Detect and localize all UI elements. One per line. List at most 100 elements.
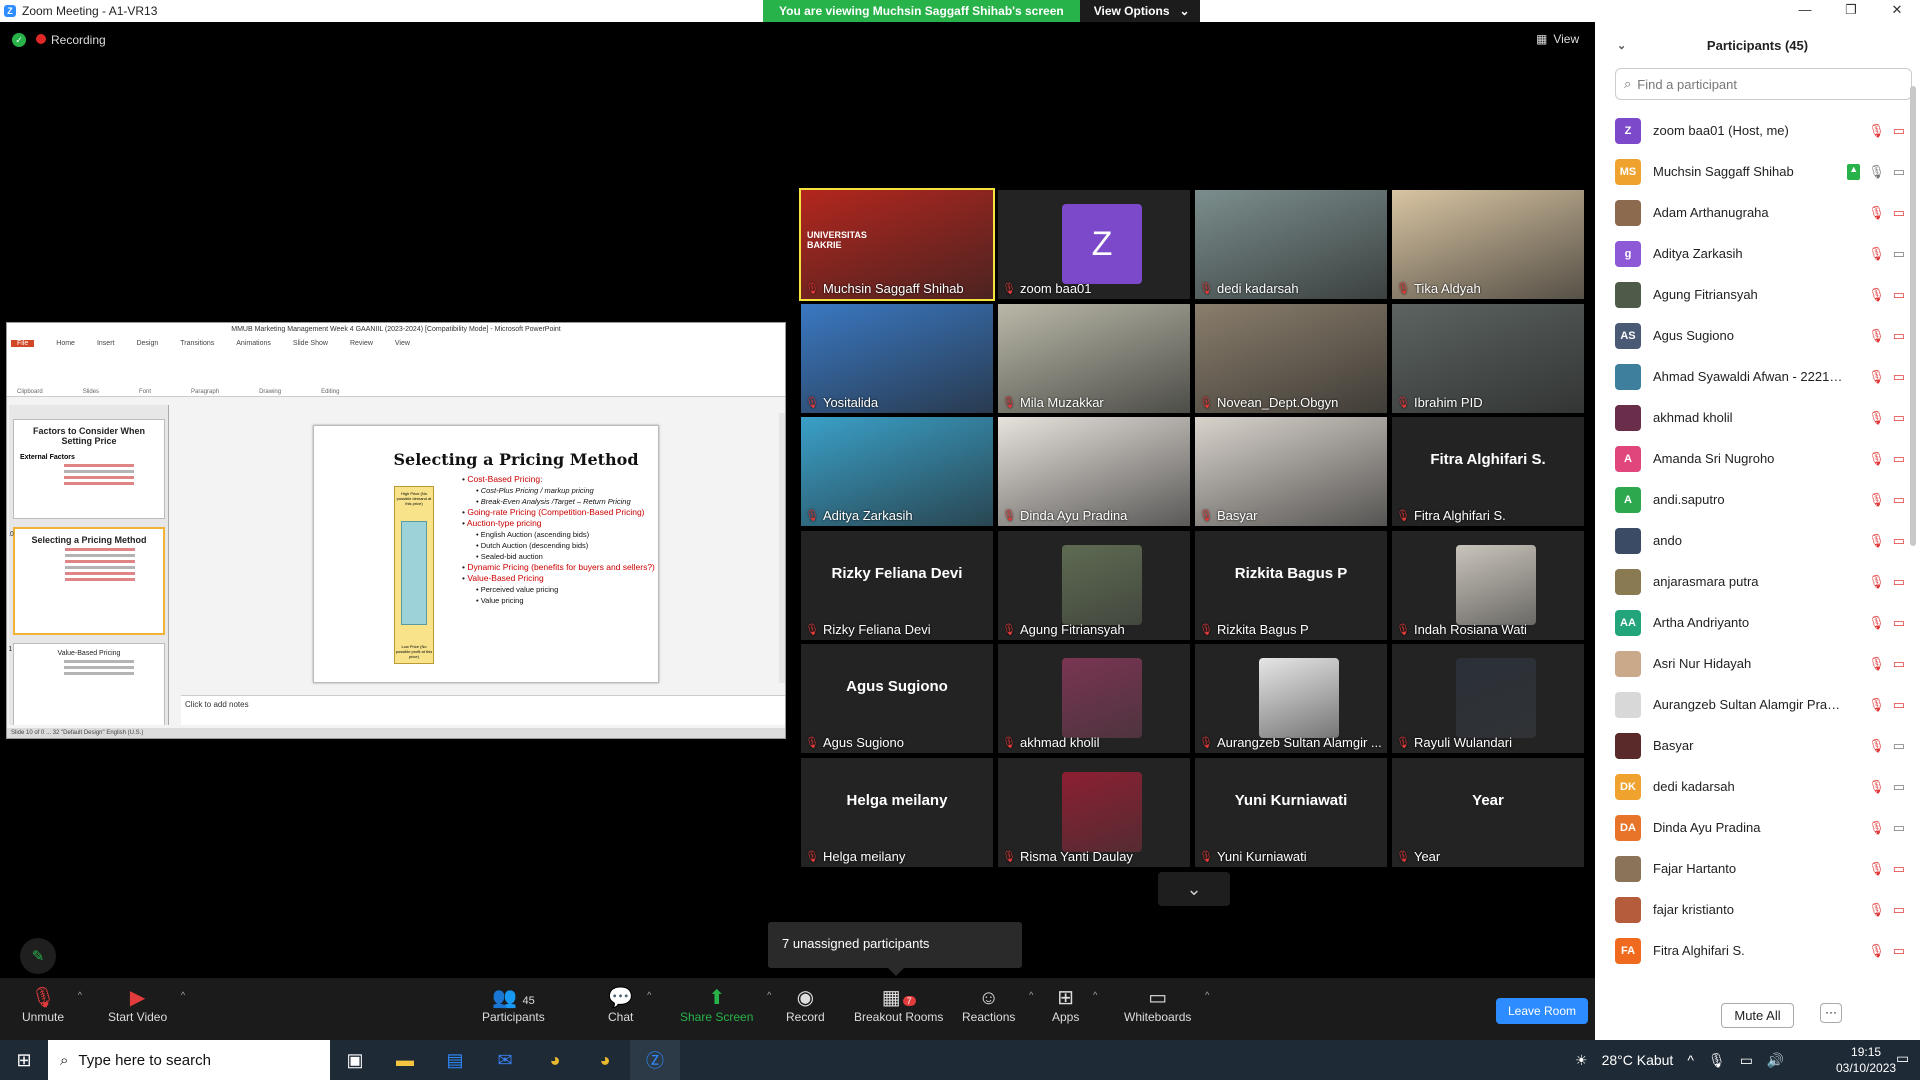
participant-row[interactable]: fajar kristianto 🎙 ▭	[1615, 889, 1905, 930]
chrome-icon[interactable]: ◕	[530, 1040, 580, 1080]
mic-muted-icon: 🎙	[1002, 510, 1016, 522]
participant-row[interactable]: Asri Nur Hidayah 🎙 ▭	[1615, 643, 1905, 684]
task-view-icon[interactable]: ▣	[330, 1040, 380, 1080]
video-tile[interactable]: 🎙 Basyar	[1195, 417, 1387, 526]
caret-icon[interactable]: ^	[1093, 990, 1097, 1000]
participant-row[interactable]: DA Dinda Ayu Pradina 🎙 ▭	[1615, 807, 1905, 848]
video-tile[interactable]: Fitra Alghifari S. 🎙 Fitra Alghifari S.	[1392, 417, 1584, 526]
participant-row[interactable]: Aurangzeb Sultan Alamgir Prab... 🎙 ▭	[1615, 684, 1905, 725]
view-options-button[interactable]: View Options ⌄	[1079, 0, 1200, 22]
video-tile[interactable]: 🎙 Tika Aldyah	[1392, 190, 1584, 299]
video-tile[interactable]: Year 🎙 Year	[1392, 757, 1584, 867]
zoom-taskbar-icon[interactable]: Ⓩ	[630, 1040, 680, 1080]
shield-icon[interactable]: ✓	[12, 33, 26, 47]
caret-icon[interactable]: ^	[1029, 990, 1033, 1000]
video-tile[interactable]: 🎙 Aurangzeb Sultan Alamgir ...	[1195, 644, 1387, 753]
caret-icon[interactable]: ^	[1205, 990, 1209, 1000]
network-icon[interactable]: ▭	[1740, 1052, 1753, 1069]
video-tile[interactable]: Rizky Feliana Devi 🎙 Rizky Feliana Devi	[801, 530, 993, 640]
participant-row[interactable]: anjarasmara putra 🎙 ▭	[1615, 561, 1905, 602]
ppt-title-bar: MMUB Marketing Management Week 4 GAANIIL…	[7, 323, 785, 337]
participant-row[interactable]: MS Muchsin Saggaff Shihab ▲ 🎙 ▭	[1615, 151, 1905, 192]
participant-display-name: Fitra Alghifari S.	[1430, 451, 1546, 468]
minimize-button[interactable]: —	[1782, 0, 1828, 22]
weather-label[interactable]: 28°C Kabut	[1602, 1052, 1674, 1068]
gallery-next-page-button[interactable]: ⌄	[1158, 872, 1230, 906]
video-tile[interactable]: 🎙 Ibrahim PID	[1392, 303, 1584, 413]
participant-row[interactable]: DK dedi kadarsah 🎙 ▭	[1615, 766, 1905, 807]
video-tile[interactable]: 🎙 Aditya Zarkasih	[801, 417, 993, 526]
video-tile[interactable]: Helga meilany 🎙 Helga meilany	[801, 757, 993, 867]
video-tile[interactable]: 🎙 Yositalida	[801, 303, 993, 413]
participant-row[interactable]: Fajar Hartanto 🎙 ▭	[1615, 848, 1905, 889]
close-button[interactable]: ✕	[1874, 0, 1920, 22]
participant-row[interactable]: Aandi.saputro 🎙 ▭	[1615, 479, 1905, 520]
notification-icon[interactable]: ▭	[1896, 1050, 1909, 1067]
breakout-rooms-button[interactable]: ▦ 7 Breakout Rooms	[854, 986, 943, 1024]
mail-icon[interactable]: ✉	[480, 1040, 530, 1080]
participant-row[interactable]: Adam Arthanugraha 🎙 ▭	[1615, 192, 1905, 233]
view-button[interactable]: ▦ View	[1536, 32, 1579, 46]
video-tile[interactable]: Yuni Kurniawati 🎙 Yuni Kurniawati	[1195, 757, 1387, 867]
participants-button[interactable]: 👥 45 Participants	[482, 986, 545, 1024]
slide-sub-bullet: Sealed-bid auction	[462, 551, 655, 562]
video-tile[interactable]: 🎙 Agung Fitriansyah	[998, 530, 1190, 640]
video-tile[interactable]: 🎙 Indah Rosiana Wati	[1392, 530, 1584, 640]
caret-icon[interactable]: ^	[647, 990, 651, 1000]
video-tile[interactable]: 🎙 Novean_Dept.Obgyn	[1195, 303, 1387, 413]
unmute-button[interactable]: 🎙 Unmute ^	[22, 986, 82, 1024]
participant-row[interactable]: FA Fitra Alghifari S. 🎙 ▭	[1615, 930, 1905, 971]
video-tile[interactable]: 🎙 Dinda Ayu Pradina	[998, 417, 1190, 526]
annotate-pen-icon[interactable]: ✎	[20, 938, 56, 974]
caret-icon[interactable]: ^	[181, 990, 185, 1000]
video-tile[interactable]: 🎙 akhmad kholil	[998, 644, 1190, 753]
record-button[interactable]: ◉ Record	[786, 986, 825, 1024]
participant-row[interactable]: Ahmad Syawaldi Afwan - 22210... 🎙 ▭	[1615, 356, 1905, 397]
chevron-up-icon[interactable]: ^	[1687, 1052, 1694, 1068]
taskbar-search-box[interactable]: ⌕ Type here to search	[48, 1040, 330, 1080]
apps-button[interactable]: ⊞ Apps ^	[1052, 986, 1097, 1024]
reactions-button[interactable]: ☺ Reactions ^	[962, 986, 1033, 1024]
participant-search-input[interactable]: ⌕ Find a participant	[1615, 68, 1912, 100]
more-options-button[interactable]: ···	[1820, 1003, 1842, 1023]
video-tile[interactable]: 🎙 Risma Yanti Daulay	[998, 757, 1190, 867]
participant-row[interactable]: g Aditya Zarkasih 🎙 ▭	[1615, 233, 1905, 274]
video-tile[interactable]: Agus Sugiono 🎙 Agus Sugiono	[801, 644, 993, 753]
mute-all-button[interactable]: Mute All	[1721, 1002, 1794, 1028]
participant-row[interactable]: A Amanda Sri Nugroho 🎙 ▭	[1615, 438, 1905, 479]
collapse-chevron-icon[interactable]: ⌄	[1617, 39, 1626, 52]
caret-icon[interactable]: ^	[767, 990, 771, 1000]
mic-tray-icon[interactable]: 🎙	[1708, 1052, 1726, 1069]
participant-list-scrollbar[interactable]	[1910, 86, 1916, 546]
participant-row[interactable]: ando 🎙 ▭	[1615, 520, 1905, 561]
participant-row[interactable]: Zzoom baa01 (Host, me) 🎙 ▭	[1615, 110, 1905, 151]
video-tile[interactable]: 🎙 Mila Muzakkar	[998, 303, 1190, 413]
start-video-button[interactable]: ▶ Start Video ^	[108, 986, 185, 1024]
participant-row[interactable]: Basyar 🎙 ▭	[1615, 725, 1905, 766]
video-tile[interactable]: Z 🎙 zoom baa01	[998, 190, 1190, 299]
video-tile[interactable]: 🎙 Rayuli Wulandari	[1392, 644, 1584, 753]
whiteboards-button[interactable]: ▭ Whiteboards ^	[1124, 986, 1209, 1024]
video-tile[interactable]: UNIVERSITAS BAKRIE 🎙 Muchsin Saggaff Shiha…	[799, 188, 995, 301]
store-icon[interactable]: ▤	[430, 1040, 480, 1080]
video-tile[interactable]: Rizkita Bagus P 🎙 Rizkita Bagus P	[1195, 530, 1387, 640]
participant-row[interactable]: akhmad kholil 🎙 ▭	[1615, 397, 1905, 438]
volume-icon[interactable]: 🔊	[1767, 1052, 1784, 1069]
windows-start-icon[interactable]: ⊞	[0, 1040, 48, 1080]
meeting-toolbar: 🎙 Unmute ^ ▶ Start Video ^ 👥 45 Participants …	[0, 978, 1595, 1040]
leave-room-button[interactable]: Leave Room	[1496, 998, 1588, 1024]
participant-status-icons: 🎙 ▭	[1868, 943, 1905, 959]
taskbar-clock[interactable]: 19:15 03/10/2023	[1836, 1044, 1896, 1076]
chrome-profile-icon[interactable]: ◕	[580, 1040, 630, 1080]
participant-row[interactable]: AS Agus Sugiono 🎙 ▭	[1615, 315, 1905, 356]
recording-indicator[interactable]: Recording	[36, 33, 106, 47]
participant-row[interactable]: AA Artha Andriyanto 🎙 ▭	[1615, 602, 1905, 643]
maximize-button[interactable]: ❐	[1828, 0, 1874, 22]
caret-icon[interactable]: ^	[78, 990, 82, 1000]
chevron-down-icon: ⌄	[1179, 4, 1190, 18]
participant-row[interactable]: Agung Fitriansyah 🎙 ▭	[1615, 274, 1905, 315]
share-screen-button[interactable]: ⬆ Share Screen ^	[680, 986, 771, 1024]
video-tile[interactable]: 🎙 dedi kadarsah	[1195, 190, 1387, 299]
chat-button[interactable]: 💬 Chat ^	[608, 986, 651, 1024]
file-explorer-icon[interactable]: ▬	[380, 1040, 430, 1080]
